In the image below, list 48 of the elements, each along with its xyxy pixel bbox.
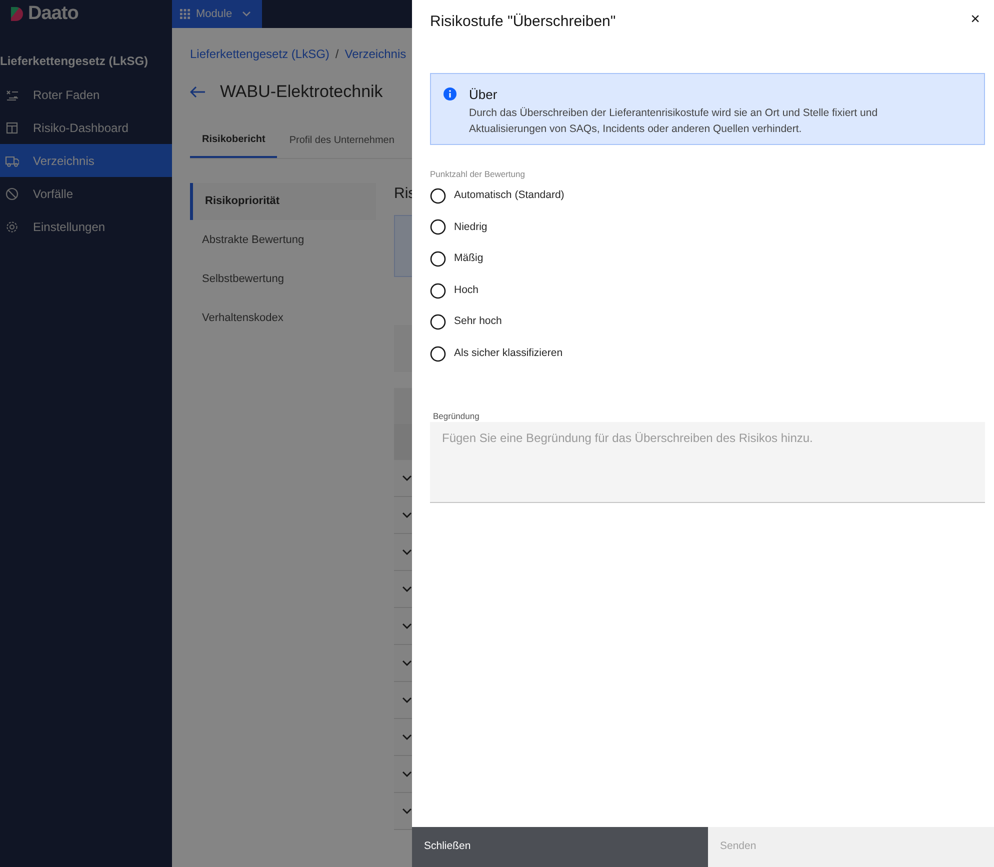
radio-circle-icon [430,282,446,299]
radio-option[interactable]: Niedrig [430,212,488,244]
close-button[interactable]: × [970,12,980,28]
breadcrumb-separator: / [335,46,339,63]
truck-icon [5,154,19,168]
radio-circle-icon [430,314,446,330]
field-label: Begründung [433,410,480,422]
radio-option[interactable]: Automatisch (Standard) [430,180,564,212]
notification-title: Über [469,86,498,104]
section-nav-item[interactable]: Risikopriorität [190,183,376,220]
dashboard-icon [5,120,19,134]
section-nav-item[interactable]: Verhaltenskodex [190,300,376,337]
settings-icon [5,220,19,234]
radio-circle-icon [430,250,446,267]
module-button[interactable]: Module [172,0,262,28]
radio-option[interactable]: Mäßig [430,243,484,275]
page-title: WABU-Elektrotechnik [220,81,383,104]
sidebar-item[interactable]: Risiko-Dashboard [0,111,172,144]
breadcrumb-link[interactable]: Verzeichnis [344,45,406,63]
radio-circle-icon [430,188,446,204]
grid-icon [180,9,190,19]
sidebar-title: Lieferkettengesetz (LkSG) [0,53,150,70]
sidebar-item[interactable]: Einstellungen [0,210,172,243]
chevron-down-icon [242,11,252,17]
radio-circle-icon [430,346,446,362]
radio-group-label: Punktzahl der Bewertung [430,168,526,180]
sidebar-item[interactable]: Verzeichnis [0,144,172,177]
logo-icon [10,6,24,22]
sidebar-item[interactable]: Vorfälle [0,177,172,210]
radio-option[interactable]: Als sicher klassifizieren [430,338,563,370]
breadcrumb-link[interactable]: Lieferkettengesetz (LkSG) [190,45,330,63]
drawer-title: Risikostufe "Überschreiben" [430,12,616,32]
radio-option[interactable]: Hoch [430,274,479,306]
reason-field[interactable]: Fügen Sie eine Begründung für das Überschreiben des Risikos hinzu. [430,422,985,503]
section-nav-item[interactable]: Selbstbewertung [190,261,376,298]
radio-option[interactable]: Sehr hoch [430,306,502,338]
tab[interactable]: Profil des Unternehmen [277,122,406,158]
sidebar-item[interactable]: Roter Faden [0,78,172,111]
flow-icon [5,88,19,102]
back-arrow-icon [190,86,206,98]
info-icon [443,87,457,101]
radio-circle-icon [430,219,446,236]
section-nav-item[interactable]: Abstrakte Bewertung [190,222,376,259]
app-logo: Daato [28,2,78,26]
close-drawer-button[interactable]: Schließen [412,827,708,867]
tab[interactable]: Risikobericht [190,122,278,158]
prohibited-icon [5,186,19,200]
notification-text: Durch das Überschreiben der Lieferantenrisikostufe wird sie an Ort und Stelle fixiert und Aktualisierungen von SAQs, Incidents oder anderen Quellen verhindert. [469,106,879,136]
